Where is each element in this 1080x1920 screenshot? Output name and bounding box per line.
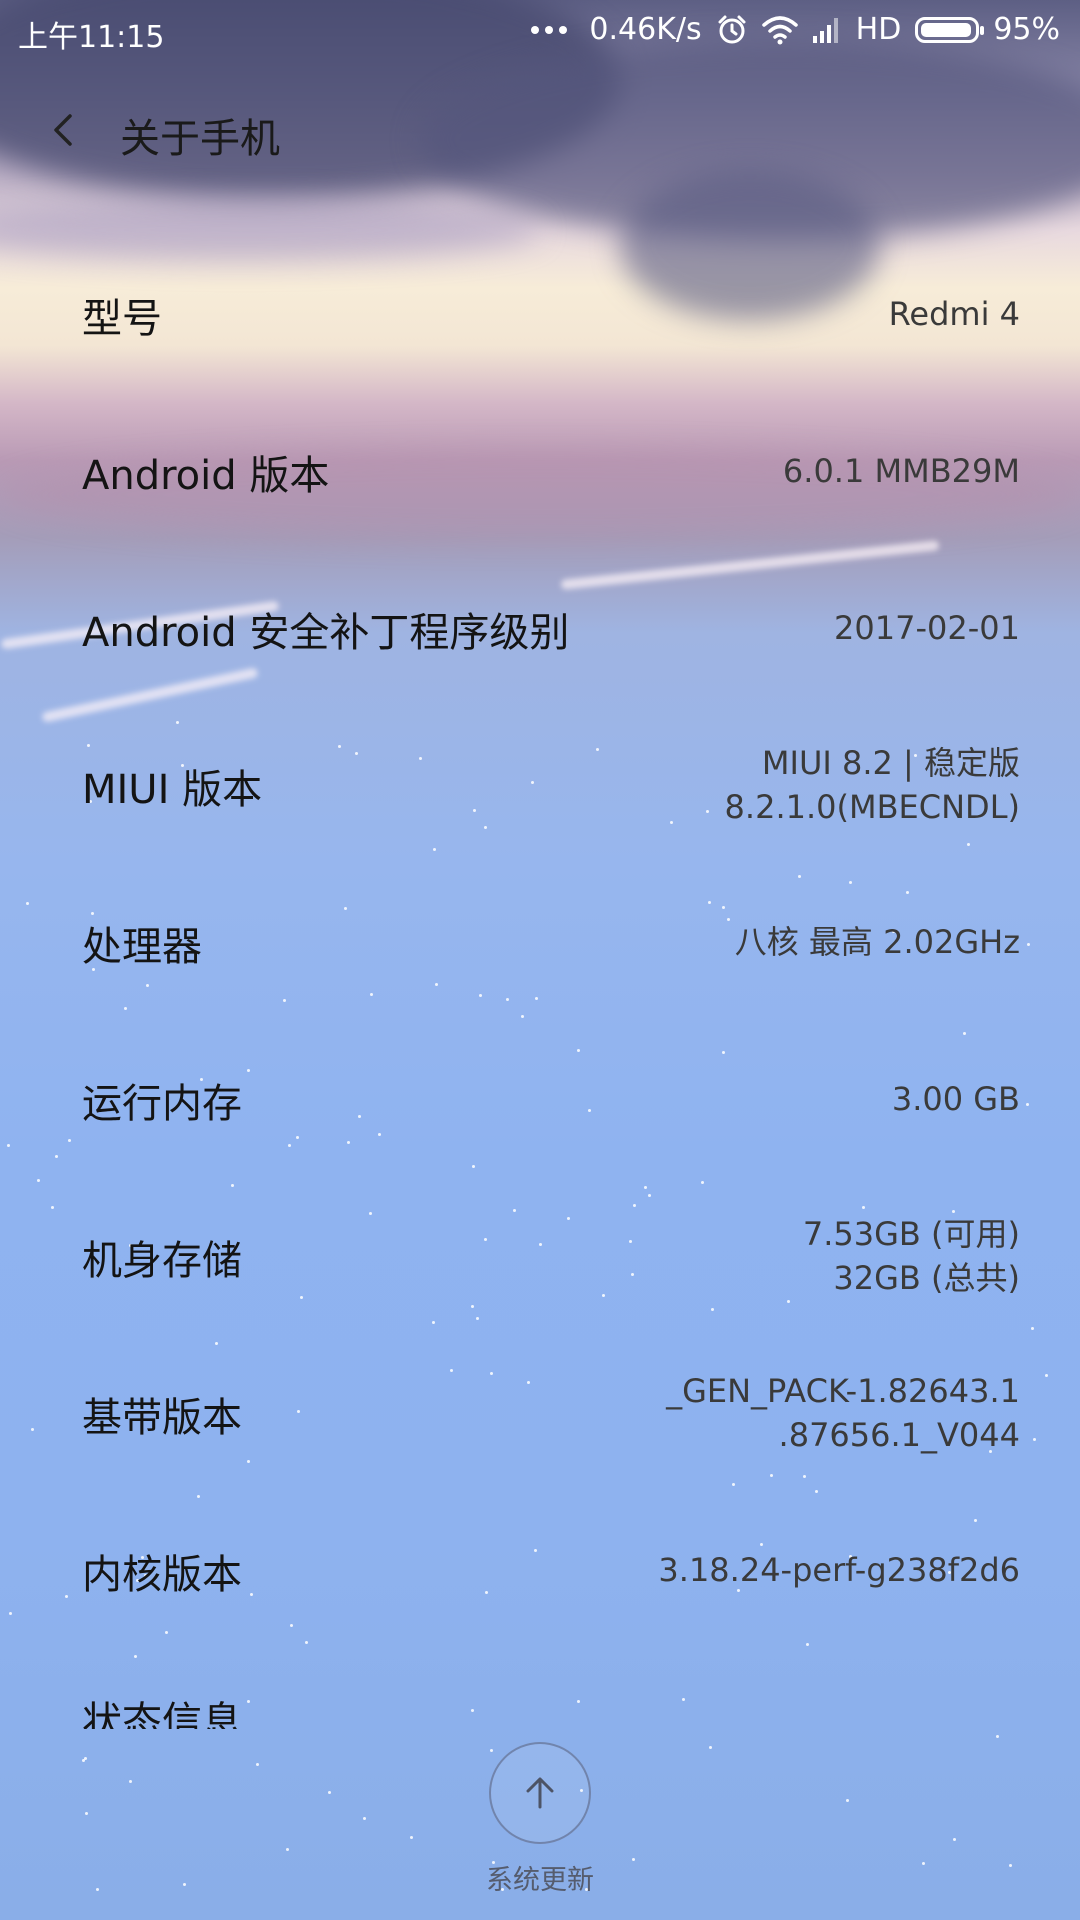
- list-item-label: 内核版本: [82, 1551, 242, 1598]
- arrow-up-icon: [526, 1777, 554, 1809]
- system-update-label: 系统更新: [486, 1865, 594, 1896]
- alarm-icon: [718, 15, 746, 43]
- list-item-value: 3.00 GB: [892, 1078, 1020, 1121]
- list-item-label: Android 版本: [82, 452, 330, 499]
- signal-icon: [812, 17, 838, 43]
- list-item-label: 型号: [82, 295, 162, 342]
- list-item-value: Redmi 4: [889, 293, 1020, 336]
- info-list: 型号 Redmi 4 Android 版本 6.0.1 MMB29M Android 安…: [0, 236, 1080, 1729]
- list-item-value-line: 3.00 GB: [891, 1079, 1020, 1118]
- status-bar: 上午11:15 0.46K/s HD 95%: [0, 0, 1080, 62]
- list-item[interactable]: 内核版本 3.18.24-perf-g238f2d6: [0, 1492, 1080, 1649]
- list-item[interactable]: 机身存储 7.53GB (可用) 32GB (总共): [0, 1178, 1080, 1335]
- list-item-label: 机身存储: [82, 1237, 242, 1284]
- list-item-value: 3.18.24-perf-g238f2d6: [658, 1549, 1020, 1592]
- list-item-value-line: 8.2.1.0(MBECNDL): [724, 787, 1020, 826]
- list-item-value-line: .87656.1_V044: [778, 1415, 1020, 1454]
- list-item[interactable]: 基带版本 _GEN_PACK-1.82643.1 .87656.1_V044: [0, 1335, 1080, 1492]
- list-item-value-line: 八核 最高 2.02GHz: [734, 922, 1020, 961]
- battery-icon: [915, 16, 985, 43]
- list-item-label: 状态信息: [82, 1699, 242, 1729]
- list-item[interactable]: Android 安全补丁程序级别 2017-02-01: [0, 550, 1080, 707]
- back-button[interactable]: [36, 102, 96, 162]
- status-icons: 0.46K/s HD 95%: [531, 12, 1060, 47]
- title-bar: 关于手机: [0, 88, 1080, 178]
- system-update: 系统更新: [0, 1742, 1080, 1897]
- wifi-icon: [761, 15, 798, 44]
- list-item-label: 处理器: [82, 923, 202, 970]
- background-star: [996, 1735, 999, 1738]
- page-title: 关于手机: [120, 116, 280, 162]
- list-item[interactable]: MIUI 版本 MIUI 8.2 | 稳定版 8.2.1.0(MBECNDL): [0, 707, 1080, 864]
- list-item[interactable]: 运行内存 3.00 GB: [0, 1021, 1080, 1178]
- list-item-value: _GEN_PACK-1.82643.1 .87656.1_V044: [666, 1370, 1020, 1456]
- list-item-value-line: 6.0.1 MMB29M: [782, 451, 1020, 490]
- list-item-value-line: 7.53GB (可用): [802, 1215, 1020, 1254]
- list-item-value-line: MIUI 8.2 | 稳定版: [761, 744, 1020, 783]
- list-item-value: 7.53GB (可用) 32GB (总共): [803, 1213, 1020, 1299]
- list-item[interactable]: 型号 Redmi 4: [0, 236, 1080, 393]
- battery-percent: 95%: [993, 12, 1060, 47]
- more-dots-icon: [531, 25, 568, 34]
- list-item[interactable]: 状态信息: [0, 1649, 1080, 1729]
- list-item-label: Android 安全补丁程序级别: [82, 609, 570, 656]
- list-item[interactable]: Android 版本 6.0.1 MMB29M: [0, 393, 1080, 550]
- list-item-label: 基带版本: [82, 1394, 242, 1441]
- list-item-value-line: 32GB (总共): [833, 1258, 1020, 1297]
- list-item-value-line: _GEN_PACK-1.82643.1: [666, 1372, 1020, 1411]
- list-item-label: MIUI 版本: [82, 766, 263, 813]
- list-item-value-line: 3.18.24-perf-g238f2d6: [658, 1550, 1020, 1589]
- system-update-button[interactable]: [489, 1742, 591, 1844]
- list-item-value: MIUI 8.2 | 稳定版 8.2.1.0(MBECNDL): [725, 742, 1020, 828]
- list-item[interactable]: 处理器 八核 最高 2.02GHz: [0, 864, 1080, 1021]
- chevron-left-icon: [54, 114, 72, 146]
- list-item-value: 6.0.1 MMB29M: [783, 450, 1020, 493]
- net-speed: 0.46K/s: [589, 12, 702, 47]
- list-item-value-line: 2017-02-01: [834, 608, 1020, 647]
- status-time: 上午11:15: [18, 20, 165, 55]
- list-item-value-line: Redmi 4: [888, 294, 1020, 333]
- screen: 上午11:15 0.46K/s HD 95% 关于手机 型号 Redmi 4 A…: [0, 0, 1080, 1920]
- list-item-value: 2017-02-01: [834, 607, 1020, 650]
- list-item-value: 八核 最高 2.02GHz: [735, 921, 1020, 964]
- network-type: HD: [855, 12, 902, 47]
- list-item-label: 运行内存: [82, 1080, 242, 1127]
